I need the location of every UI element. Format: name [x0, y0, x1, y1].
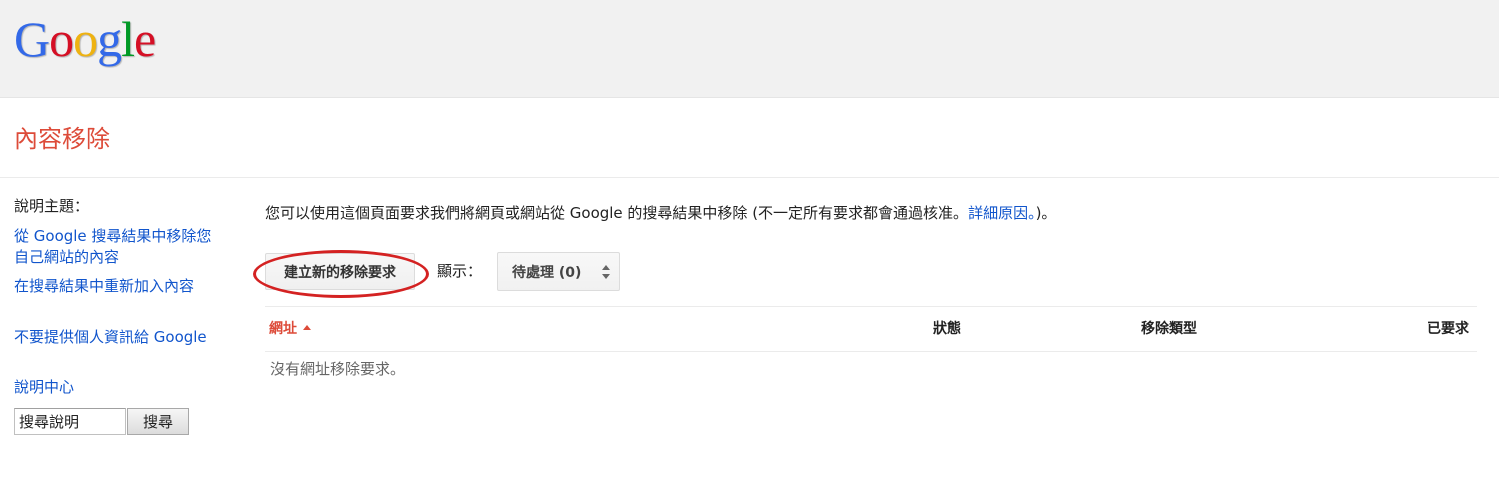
- logo-letter: g: [97, 11, 122, 67]
- column-header-url-label: 網址: [269, 321, 297, 337]
- google-logo[interactable]: Google: [14, 11, 156, 67]
- help-search-button[interactable]: 搜尋: [127, 408, 189, 435]
- page-title: 內容移除: [14, 125, 110, 153]
- intro-end: )。: [1035, 204, 1057, 222]
- sort-ascending-icon: [303, 325, 311, 330]
- logo-letter: o: [49, 11, 74, 67]
- show-label: 顯示：: [437, 262, 483, 280]
- intro-body: 您可以使用這個頁面要求我們將網頁或網站從 Google 的搜尋結果中移除 (不一…: [265, 204, 969, 222]
- column-header-status[interactable]: 狀態: [933, 319, 961, 339]
- sidebar-link-personal-info[interactable]: 不要提供個人資訊給 Google: [14, 327, 214, 348]
- intro-text: 您可以使用這個頁面要求我們將網頁或網站從 Google 的搜尋結果中移除 (不一…: [265, 202, 1056, 224]
- sidebar-link-help-center[interactable]: 說明中心: [14, 377, 214, 398]
- column-header-requested[interactable]: 已要求: [1427, 319, 1469, 339]
- empty-message: 沒有網址移除要求。: [270, 360, 406, 378]
- help-search-input[interactable]: [14, 408, 126, 435]
- column-header-removal-type[interactable]: 移除類型: [1141, 319, 1197, 339]
- sidebar-heading: 說明主題：: [14, 197, 90, 215]
- logo-letter: l: [121, 11, 135, 67]
- help-search-row: 搜尋: [14, 408, 189, 435]
- filter-selected-value: 待處理 (0): [512, 264, 582, 281]
- select-arrows-icon: [602, 265, 610, 279]
- removal-requests-table: 網址 狀態 移除類型 已要求 沒有網址移除要求。: [265, 306, 1477, 386]
- logo-letter: G: [14, 11, 50, 67]
- create-removal-request-button[interactable]: 建立新的移除要求: [265, 253, 415, 290]
- help-sidebar: 說明主題： 從 Google 搜尋結果中移除您自己網站的內容 在搜尋結果中重新加…: [14, 196, 214, 435]
- details-link[interactable]: 詳細原因。: [968, 204, 1036, 222]
- column-header-url[interactable]: 網址: [269, 319, 311, 339]
- status-filter-select[interactable]: 待處理 (0): [497, 252, 620, 291]
- logo-letter: o: [73, 11, 98, 67]
- logo-letter: e: [134, 11, 156, 67]
- table-header: 網址 狀態 移除類型 已要求: [265, 306, 1477, 352]
- sidebar-link-remove-own-content[interactable]: 從 Google 搜尋結果中移除您自己網站的內容: [14, 226, 214, 268]
- title-bar: [0, 98, 1499, 178]
- header-bar: Google: [0, 0, 1499, 98]
- sidebar-link-re-add-content[interactable]: 在搜尋結果中重新加入內容: [14, 276, 214, 297]
- table-empty-row: 沒有網址移除要求。: [265, 352, 1477, 386]
